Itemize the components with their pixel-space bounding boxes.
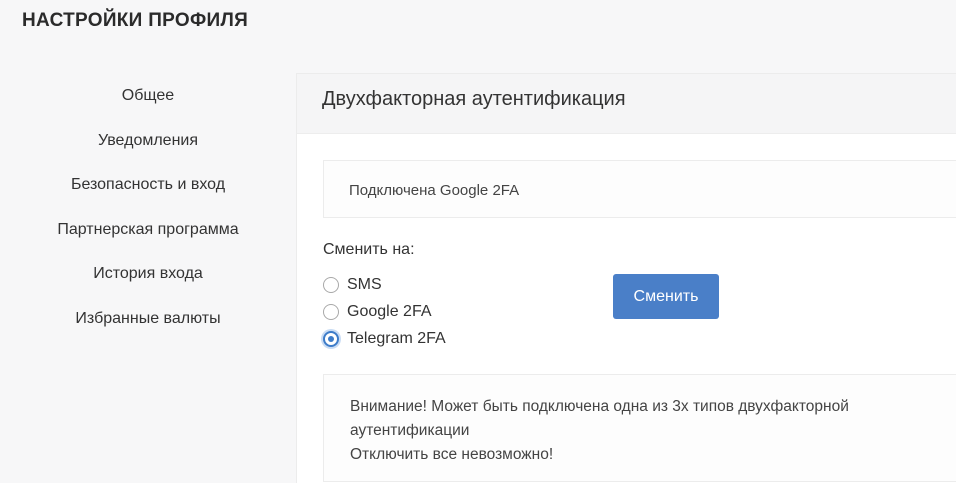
telegram-2fa-label: Telegram 2FA [347,330,446,347]
settings-sidebar: Общее Уведомления Безопасность и вход Па… [0,84,296,351]
sidebar-item-affiliate[interactable]: Партнерская программа [0,218,296,263]
option-telegram-2fa[interactable]: Telegram 2FA [323,330,446,348]
option-sms[interactable]: SMS [323,276,382,294]
option-google-2fa[interactable]: Google 2FA [323,303,432,321]
sidebar-item-notifications[interactable]: Уведомления [0,129,296,174]
google-2fa-label: Google 2FA [347,303,432,320]
two-factor-panel: Двухфакторная аутентификация Подключена … [296,73,956,483]
warning-notice: Внимание! Может быть подключена одна из … [323,374,956,482]
warning-line-3: Отключить все невозможно! [350,446,554,463]
switch-to-label: Сменить на: [323,241,415,258]
sidebar-item-login-history[interactable]: История входа [0,262,296,307]
google-2fa-radio[interactable] [323,304,339,320]
sms-label: SMS [347,276,382,293]
telegram-2fa-radio[interactable] [323,331,339,347]
sidebar-item-favorite-currencies[interactable]: Избранные валюты [0,307,296,352]
sidebar-item-security[interactable]: Безопасность и вход [0,173,296,218]
sms-radio[interactable] [323,277,339,293]
warning-line-1: Внимание! Может быть подключена одна из … [350,398,849,415]
warning-line-2: аутентификации [350,422,470,439]
change-button[interactable]: Сменить [613,274,719,319]
sidebar-item-general[interactable]: Общее [0,84,296,129]
page-title: НАСТРОЙКИ ПРОФИЛЯ [22,10,249,31]
panel-title: Двухфакторная аутентификация [297,74,956,134]
current-2fa-status: Подключена Google 2FA [323,160,956,218]
